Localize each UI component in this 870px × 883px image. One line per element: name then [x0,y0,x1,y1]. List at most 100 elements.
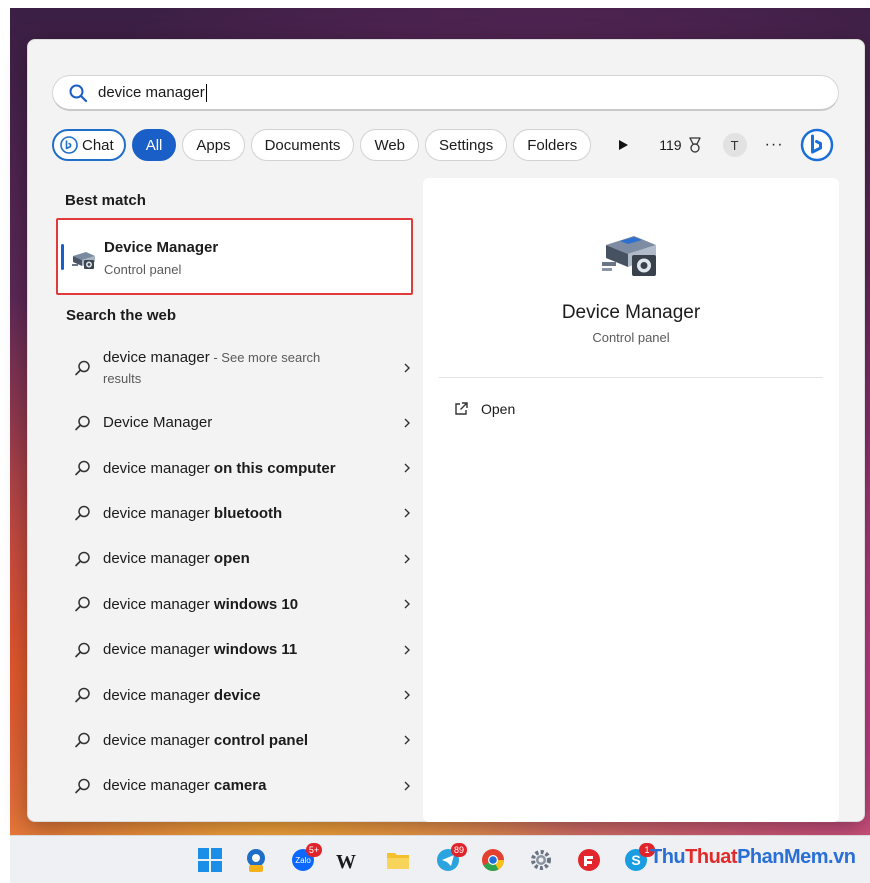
chevron-right-icon [404,735,410,745]
bing-logo-icon[interactable] [800,128,834,162]
search-icon [75,506,90,521]
search-input[interactable]: device manager [98,83,207,102]
filter-apps-button[interactable]: Apps [182,129,245,161]
web-result-text: device manager control panel [103,730,373,751]
rewards-points[interactable]: 119 [659,135,704,155]
chevron-right-icon [404,363,410,373]
search-icon [75,642,90,657]
chevron-right-icon [404,645,410,655]
web-result-item[interactable]: device manager windows 11 [58,627,413,672]
filter-bar: Chat All Apps Documents Web Settings Fol… [52,128,834,162]
web-result-query: Device Manager [103,414,213,432]
web-result-text: device manager bluetooth [103,503,373,524]
user-avatar[interactable]: T [722,133,747,157]
search-web-heading: Search the web [66,307,177,324]
chevron-right-icon [404,418,410,428]
svg-text:S: S [631,852,640,868]
foxit-reader-icon[interactable] [576,847,602,873]
device-manager-icon [72,252,95,269]
watermark-part3: PhanMem.vn [737,846,856,868]
more-filters-button[interactable] [613,135,633,155]
web-result-item[interactable]: device manager control panel [58,718,413,763]
chip-label-web: Web [374,136,406,154]
preview-divider [439,377,823,378]
web-result-suggestion: device [213,686,261,704]
settings-gear-icon[interactable] [528,847,554,873]
web-result-query: device manager [103,641,214,659]
web-result-item[interactable]: Device Manager [58,400,413,445]
filter-web-button[interactable]: Web [360,129,420,161]
chevron-right-icon [404,781,410,791]
search-icon [75,733,90,748]
telegram-app-icon[interactable]: 89 [435,843,467,873]
best-match-heading: Best match [65,192,146,209]
rewards-points-value: 119 [659,137,682,153]
watermark-logo: ThuThuatPhanMem.vn [650,846,856,869]
device-manager-icon [602,236,656,276]
web-result-item[interactable]: device manager - See more search results [58,336,413,400]
web-result-suggestion: control panel [213,731,309,749]
web-result-item[interactable]: device manager bluetooth [58,491,413,536]
chevron-right-icon [404,554,410,564]
filter-chat-button[interactable]: Chat [52,129,126,161]
chrome-icon[interactable] [480,847,506,873]
open-action-label: Open [481,401,516,417]
file-explorer-icon[interactable] [385,847,411,873]
windows-start-icon[interactable] [197,847,223,873]
web-result-item[interactable]: device manager windows 10 [58,582,413,627]
web-result-suggestion: bluetooth [213,504,283,522]
web-result-hint: - See more search [209,350,321,365]
search-icon [75,415,90,430]
filter-folders-button[interactable]: Folders [513,129,592,161]
web-result-text: device manager windows 10 [103,594,373,615]
chip-label-chat: Chat [82,136,114,154]
web-result-query: device manager [103,349,210,366]
web-result-text: device manager open [103,548,373,569]
selection-accent [61,244,64,270]
filter-all-button[interactable]: All [131,129,177,161]
web-result-item[interactable]: device manager open [58,536,413,581]
skype-app-icon[interactable]: S 1 [623,843,655,873]
web-result-item[interactable]: device manager on this computer [58,445,413,490]
open-external-icon [455,402,468,415]
zalo-badge: 5+ [306,843,322,857]
web-result-query: device manager [103,731,214,749]
search-icon [75,360,90,376]
web-result-query: device manager [103,459,214,477]
filter-settings-button[interactable]: Settings [425,129,508,161]
web-result-item[interactable]: device manager device [58,672,413,717]
best-match-title: Device Manager [104,239,219,256]
best-match-subtitle: Control panel [104,262,182,277]
web-result-hint-cont: results [103,371,142,386]
web-result-query: device manager [103,686,214,704]
search-box[interactable]: device manager [52,75,839,111]
search-icon [75,778,90,794]
svg-text:Zalo: Zalo [295,856,311,865]
search-icon [75,551,90,567]
web-result-text: device manager on this computer [103,458,373,479]
open-action[interactable]: Open [453,401,515,417]
best-match-result[interactable]: Device Manager Control panel [56,218,413,295]
chip-label-documents: Documents [264,136,341,154]
wps-writer-icon[interactable]: W [333,847,359,873]
search-icon [69,84,88,102]
chevron-right-icon [404,463,410,473]
medal-icon [688,137,701,153]
preview-pane: Device Manager Control panel Open [423,178,839,822]
web-result-query: device manager [103,595,214,613]
more-options-button[interactable]: ··· [765,136,784,154]
web-result-text: device manager device [103,685,373,706]
filter-documents-button[interactable]: Documents [250,129,355,161]
search-icon [75,460,90,476]
web-results-list: device manager - See more search results … [58,336,413,809]
chip-label-all: All [145,136,163,154]
web-result-text: device manager camera [103,775,373,796]
search-app-icon[interactable] [243,847,269,873]
web-result-item[interactable]: device manager camera [58,763,413,808]
preview-title: Device Manager [561,302,701,323]
zalo-app-icon[interactable]: Zalo 5+ [290,843,322,873]
play-arrow-icon [619,140,629,150]
web-result-query: device manager [103,504,214,522]
web-result-text: device manager windows 11 [103,639,373,660]
web-result-suggestion: camera [213,777,267,795]
